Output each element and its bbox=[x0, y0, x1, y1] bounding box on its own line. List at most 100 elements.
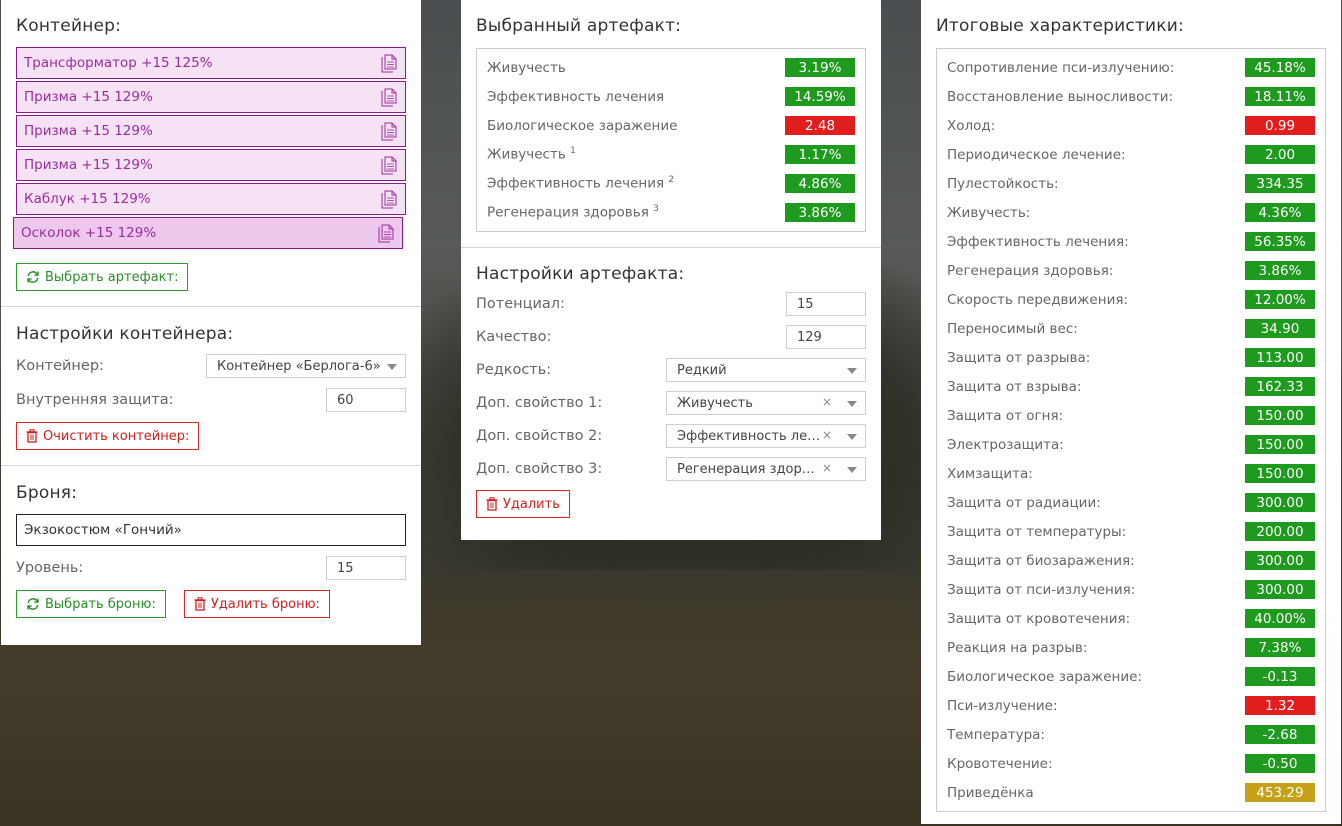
stat-label-text: Переносимый вес: bbox=[947, 320, 1078, 337]
stat-row: Температура: -2.68 bbox=[947, 720, 1315, 749]
trash-icon bbox=[486, 497, 498, 511]
stat-label: Реакция на разрыв: bbox=[947, 640, 1087, 656]
quality-label: Качество: bbox=[476, 329, 552, 345]
stat-label: Переносимый вес: bbox=[947, 321, 1078, 337]
stat-label: Скорость передвижения: bbox=[947, 292, 1128, 308]
armor-level-label: Уровень: bbox=[16, 560, 84, 576]
stat-value-badge: 150.00 bbox=[1245, 406, 1315, 425]
container-item[interactable]: Призма +15 129% bbox=[16, 115, 406, 147]
stat-value-badge: 150.00 bbox=[1245, 464, 1315, 483]
document-copy-icon[interactable] bbox=[381, 156, 397, 175]
stat-label-text: Пси-излучение: bbox=[947, 697, 1058, 714]
stat-row: Эффективность лечения 2 4.86% bbox=[487, 169, 855, 198]
stat-label: Защита от взрыва: bbox=[947, 379, 1081, 395]
prop3-value: Регенерация здоровья bbox=[677, 461, 822, 477]
rarity-value: Редкий bbox=[677, 362, 727, 378]
choose-artifact-button[interactable]: Выбрать артефакт: bbox=[16, 263, 189, 291]
container-item[interactable]: Трансформатор +15 125% bbox=[16, 47, 406, 79]
stat-value-badge: 162.33 bbox=[1245, 377, 1315, 396]
stat-label: Эффективность лечения 2 bbox=[487, 175, 674, 192]
stat-label: Живучесть bbox=[487, 60, 566, 76]
stat-label: Живучесть: bbox=[947, 205, 1030, 221]
prop2-select[interactable]: Эффективность лечения × bbox=[666, 424, 866, 448]
chevron-down-icon bbox=[847, 401, 857, 407]
stat-label-text: Эффективность лечения bbox=[487, 175, 665, 192]
container-item[interactable]: Осколок +15 129% bbox=[13, 217, 403, 249]
stat-value-badge: 12.00% bbox=[1245, 290, 1315, 309]
document-copy-icon[interactable] bbox=[381, 88, 397, 107]
container-item[interactable]: Призма +15 129% bbox=[16, 81, 406, 113]
container-settings-section: Настройки контейнера: Контейнер: Контейн… bbox=[1, 307, 421, 466]
prop1-select[interactable]: Живучесть × bbox=[666, 391, 866, 415]
stat-label-text: Химзащита: bbox=[947, 465, 1033, 482]
stat-value-badge: 0.99 bbox=[1245, 116, 1315, 135]
artifact-settings-title: Настройки артефакта: bbox=[476, 264, 685, 284]
container-type-select[interactable]: Контейнер «Берлога-6» bbox=[206, 354, 406, 378]
stat-label: Защита от биозаражения: bbox=[947, 553, 1135, 569]
container-item[interactable]: Призма +15 129% bbox=[16, 149, 406, 181]
potential-label: Потенциал: bbox=[476, 296, 565, 312]
stat-label-text: Температура: bbox=[947, 726, 1045, 743]
stat-row: Периодическое лечение: 2.00 bbox=[947, 140, 1315, 169]
stat-row: Эффективность лечения 14.59% bbox=[487, 82, 855, 111]
stat-value-badge: 3.86% bbox=[785, 203, 855, 222]
clear-icon[interactable]: × bbox=[822, 461, 832, 475]
stat-value-badge: 2.00 bbox=[1245, 145, 1315, 164]
choose-armor-button[interactable]: Выбрать броню: bbox=[16, 590, 166, 618]
stat-value-badge: 2.48 bbox=[785, 116, 855, 135]
stat-footnote: 2 bbox=[668, 175, 675, 186]
delete-armor-button[interactable]: Удалить броню: bbox=[183, 590, 330, 618]
delete-artifact-button[interactable]: Удалить bbox=[476, 490, 570, 518]
clear-icon[interactable]: × bbox=[822, 428, 832, 442]
stat-row: Химзащита: 150.00 bbox=[947, 459, 1315, 488]
stat-label-text: Защита от взрыва: bbox=[947, 378, 1082, 395]
stat-value-badge: 300.00 bbox=[1245, 580, 1315, 599]
document-copy-icon[interactable] bbox=[381, 54, 397, 73]
stat-value-badge: 45.18% bbox=[1245, 58, 1315, 77]
stat-label-text: Электрозащита: bbox=[947, 436, 1064, 453]
stat-label: Периодическое лечение: bbox=[947, 147, 1126, 163]
stat-label: Защита от кровотечения: bbox=[947, 611, 1130, 627]
stat-value-badge: 4.36% bbox=[1245, 203, 1315, 222]
chevron-down-icon bbox=[387, 364, 397, 370]
rarity-select[interactable]: Редкий bbox=[666, 358, 866, 382]
container-list: Трансформатор +15 125% Призма +15 129% При… bbox=[13, 47, 406, 249]
clear-icon[interactable]: × bbox=[822, 395, 832, 409]
container-item-label: Каблук +15 129% bbox=[24, 191, 151, 207]
stat-value-badge: 200.00 bbox=[1245, 522, 1315, 541]
stat-label: Кровотечение: bbox=[947, 756, 1053, 772]
stat-label-text: Приведёнка bbox=[947, 784, 1034, 801]
stat-value-badge: 1.32 bbox=[1245, 696, 1315, 715]
container-section: Контейнер: Трансформатор +15 125% Призма … bbox=[1, 0, 421, 307]
armor-level-input[interactable] bbox=[326, 556, 406, 580]
quality-input[interactable] bbox=[786, 325, 866, 349]
prop3-select[interactable]: Регенерация здоровья × bbox=[666, 457, 866, 481]
container-item[interactable]: Каблук +15 129% bbox=[16, 183, 406, 215]
stat-label: Биологическое заражение: bbox=[947, 669, 1142, 685]
stat-row: Живучесть 3.19% bbox=[487, 53, 855, 82]
potential-input[interactable] bbox=[786, 292, 866, 316]
stat-label-text: Регенерация здоровья: bbox=[947, 262, 1114, 279]
stat-value-badge: 18.11% bbox=[1245, 87, 1315, 106]
stat-label-text: Живучесть: bbox=[947, 204, 1031, 221]
stat-row: Кровотечение: -0.50 bbox=[947, 749, 1315, 778]
stat-label-text: Защита от биозаражения: bbox=[947, 552, 1135, 569]
armor-name-box[interactable]: Экзокостюм «Гончий» bbox=[16, 514, 406, 546]
document-copy-icon[interactable] bbox=[378, 224, 394, 243]
stat-row: Защита от биозаражения: 300.00 bbox=[947, 546, 1315, 575]
stat-footnote: 1 bbox=[570, 146, 576, 157]
clear-container-button[interactable]: Очистить контейнер: bbox=[16, 422, 200, 450]
stat-value-badge: 3.86% bbox=[1245, 261, 1315, 280]
prop1-label: Доп. свойство 1: bbox=[476, 395, 603, 411]
stat-label: Биологическое заражение bbox=[487, 118, 677, 134]
inner-protection-input[interactable] bbox=[326, 388, 406, 412]
stat-value-badge: 34.90 bbox=[1245, 319, 1315, 338]
document-copy-icon[interactable] bbox=[381, 122, 397, 141]
stat-value-badge: 4.86% bbox=[785, 174, 855, 193]
stat-row: Биологическое заражение: -0.13 bbox=[947, 662, 1315, 691]
stat-label: Защита от радиации: bbox=[947, 495, 1101, 511]
container-item-label: Призма +15 129% bbox=[24, 123, 153, 139]
trash-icon bbox=[194, 597, 206, 611]
document-copy-icon[interactable] bbox=[381, 190, 397, 209]
container-item-label: Призма +15 129% bbox=[24, 157, 153, 173]
